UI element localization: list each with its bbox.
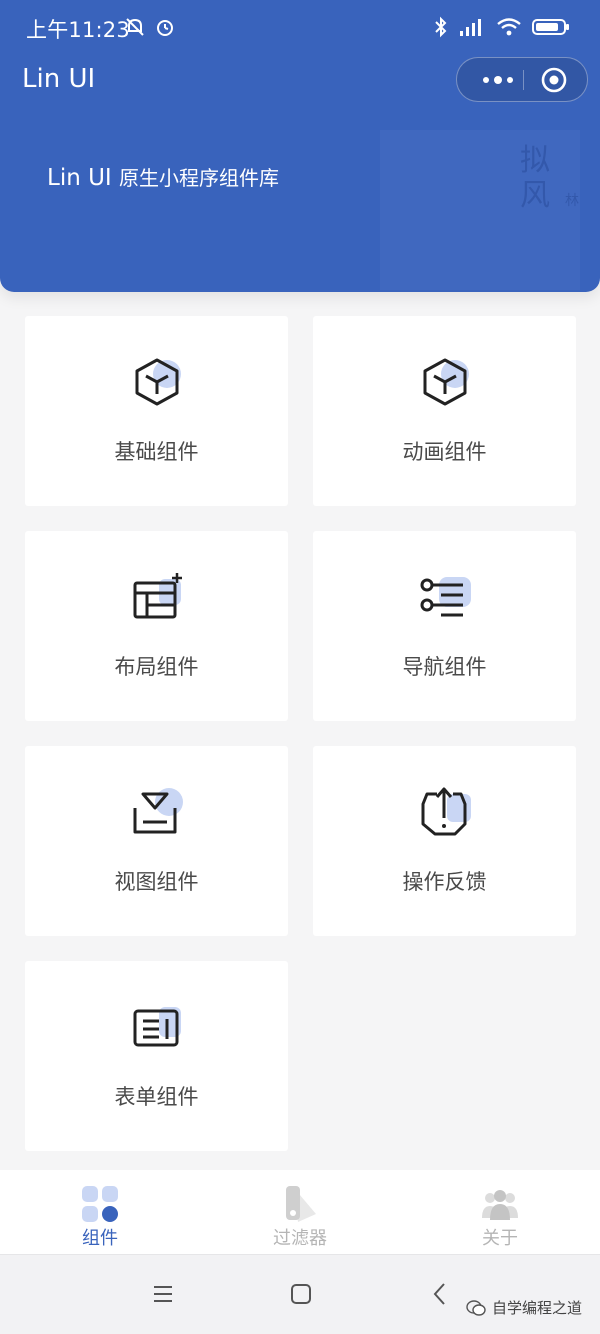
tab-filters[interactable]: 过滤器: [240, 1170, 360, 1254]
tab-label: 组件: [82, 1228, 118, 1249]
card-form-components[interactable]: 表单组件: [25, 961, 288, 1151]
svg-text:拟: 拟: [520, 143, 550, 178]
layout-icon: [133, 573, 182, 619]
mute-bell-icon: [126, 18, 144, 36]
close-target-icon[interactable]: [541, 67, 567, 93]
capsule-divider: [523, 70, 524, 90]
card-navigation-components[interactable]: 导航组件: [313, 531, 576, 721]
view-tray-icon: [133, 788, 183, 834]
bluetooth-icon: [435, 16, 447, 38]
alarm-icon: [157, 20, 173, 36]
header-banner: 拟 风 林 上午11:23 Lin UI Lin UI 原生小程序组件库: [0, 0, 600, 292]
card-label: 基础组件: [114, 440, 199, 464]
back-arrow-icon[interactable]: [424, 1277, 458, 1311]
menu-icon[interactable]: [146, 1277, 180, 1311]
more-dots-icon: [483, 75, 513, 84]
svg-text:风: 风: [520, 178, 550, 213]
system-navigation-bar: [0, 1254, 600, 1334]
card-layout-components[interactable]: 布局组件: [25, 531, 288, 721]
upload-box-icon: [421, 787, 471, 836]
status-time: 上午11:23: [26, 18, 130, 42]
signal-icon: [460, 19, 481, 36]
components-grid-icon: [82, 1186, 118, 1222]
svg-text:林: 林: [565, 193, 579, 209]
miniprogram-capsule: [456, 57, 588, 102]
card-label: 布局组件: [114, 655, 199, 679]
watermark: 自学编程之道: [466, 1297, 582, 1318]
card-basic-components[interactable]: 基础组件: [25, 316, 288, 506]
form-icon: [133, 1007, 181, 1047]
calligraphy-decoration: 拟 风 林: [380, 130, 580, 290]
cube-icon: [423, 358, 469, 406]
subtitle-en: Lin UI: [47, 165, 112, 191]
card-label: 表单组件: [114, 1085, 199, 1109]
card-label: 导航组件: [402, 655, 487, 679]
filter-swatch-icon: [286, 1186, 316, 1222]
watermark-text: 自学编程之道: [491, 1299, 582, 1317]
card-animation-components[interactable]: 动画组件: [313, 316, 576, 506]
header-subtitle: Lin UI 原生小程序组件库: [47, 162, 279, 191]
status-bar: 上午11:23: [0, 0, 600, 58]
cube-icon: [135, 358, 181, 406]
wifi-icon: [497, 18, 521, 36]
tab-components[interactable]: 组件: [40, 1170, 160, 1254]
tab-label: 关于: [482, 1228, 518, 1249]
subtitle-cn: 原生小程序组件库: [119, 166, 280, 190]
nav-title: Lin UI: [22, 64, 96, 94]
more-button[interactable]: [475, 58, 521, 101]
card-view-components[interactable]: 视图组件: [25, 746, 288, 936]
card-label: 动画组件: [402, 440, 487, 464]
card-label: 操作反馈: [402, 870, 487, 894]
battery-icon: [532, 19, 569, 35]
tab-bar: 组件 过滤器 关于: [0, 1170, 600, 1254]
users-group-icon: [482, 1190, 518, 1220]
card-label: 视图组件: [114, 870, 199, 894]
tab-label: 过滤器: [273, 1228, 327, 1249]
card-feedback-components[interactable]: 操作反馈: [313, 746, 576, 936]
tab-about[interactable]: 关于: [440, 1170, 560, 1254]
status-left-icons: [124, 16, 176, 38]
status-right-icons: [434, 16, 570, 38]
nav-list-icon: [420, 577, 471, 617]
wechat-logo-icon: [466, 1299, 486, 1316]
home-square-icon[interactable]: [284, 1277, 318, 1311]
